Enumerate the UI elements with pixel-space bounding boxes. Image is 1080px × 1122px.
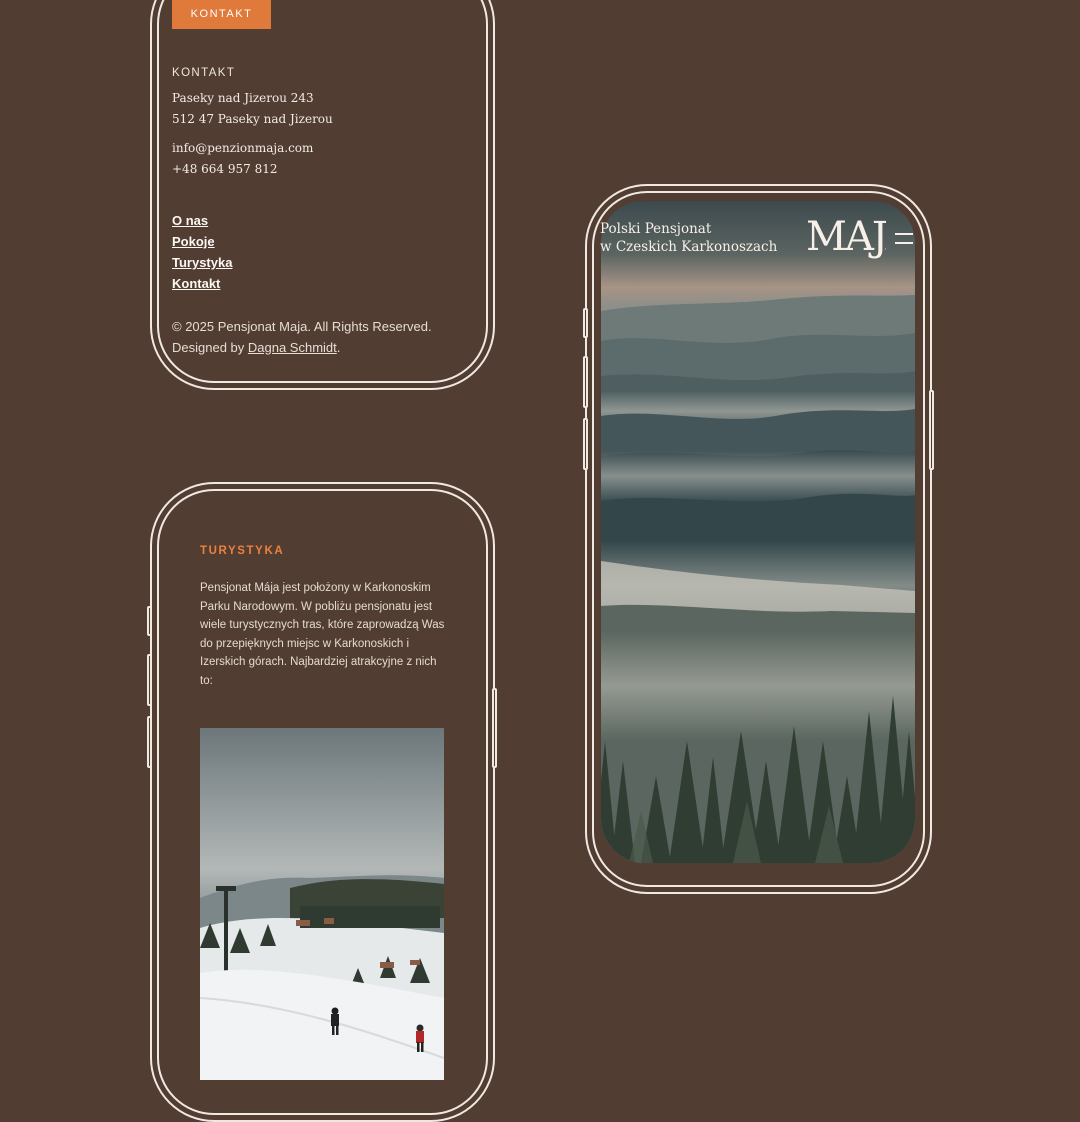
hamburger-menu-icon[interactable] xyxy=(895,230,913,246)
hero-tagline-line2: w Czeskich Karkonoszach xyxy=(600,239,778,255)
misty-mountains-forest-photo xyxy=(601,201,915,863)
side-button-volume-down xyxy=(147,716,152,768)
side-button-volume-up xyxy=(147,654,152,706)
phone-mockup-hero xyxy=(583,184,934,894)
footer-nav-turystyka[interactable]: Turystyka xyxy=(172,255,232,270)
side-button-power xyxy=(492,688,497,768)
footer-nav-o-nas[interactable]: O nas xyxy=(172,213,208,228)
hero-image xyxy=(601,201,915,863)
designed-by-suffix: . xyxy=(336,340,341,355)
footer-nav-kontakt[interactable]: Kontakt xyxy=(172,276,220,291)
contact-heading: KONTAKT xyxy=(172,67,236,79)
designer-link[interactable]: Dagna Schmidt xyxy=(248,340,337,355)
ski-slope-photo xyxy=(200,728,444,1080)
hero-tagline: Polski Pensjonat w Czeskich Karkonoszach xyxy=(600,220,777,256)
designed-by: Designed by Dagna Schmidt. xyxy=(172,340,340,355)
side-button-power xyxy=(929,390,934,470)
address-line-2: 512 47 Paseky nad Jizerou xyxy=(172,112,333,126)
tourism-description: Pensjonat Mája jest położony w Karkonosk… xyxy=(200,582,445,687)
tourism-heading: TURYSTYKA xyxy=(200,545,285,557)
email-link[interactable]: info@penzionmaja.com xyxy=(172,141,313,155)
logo-text: MAJA xyxy=(806,214,886,260)
footer-nav-pokoje[interactable]: Pokoje xyxy=(172,234,215,249)
maja-logo[interactable]: MAJA xyxy=(806,212,886,262)
copyright-text: © 2025 Pensjonat Maja. All Rights Reserv… xyxy=(172,319,432,334)
contact-button[interactable]: KONTAKT xyxy=(172,0,271,29)
address-line-1: Paseky nad Jizerou 243 xyxy=(172,91,314,105)
ski-slope-image xyxy=(200,728,444,1080)
hero-tagline-line1: Polski Pensjonat xyxy=(600,221,712,237)
side-button-mute xyxy=(583,308,588,338)
side-button-volume-up xyxy=(583,356,588,408)
side-button-mute xyxy=(147,606,152,636)
designed-by-prefix: Designed by xyxy=(172,340,248,355)
phone-number[interactable]: +48 664 957 812 xyxy=(172,162,277,176)
side-button-volume-down xyxy=(583,418,588,470)
